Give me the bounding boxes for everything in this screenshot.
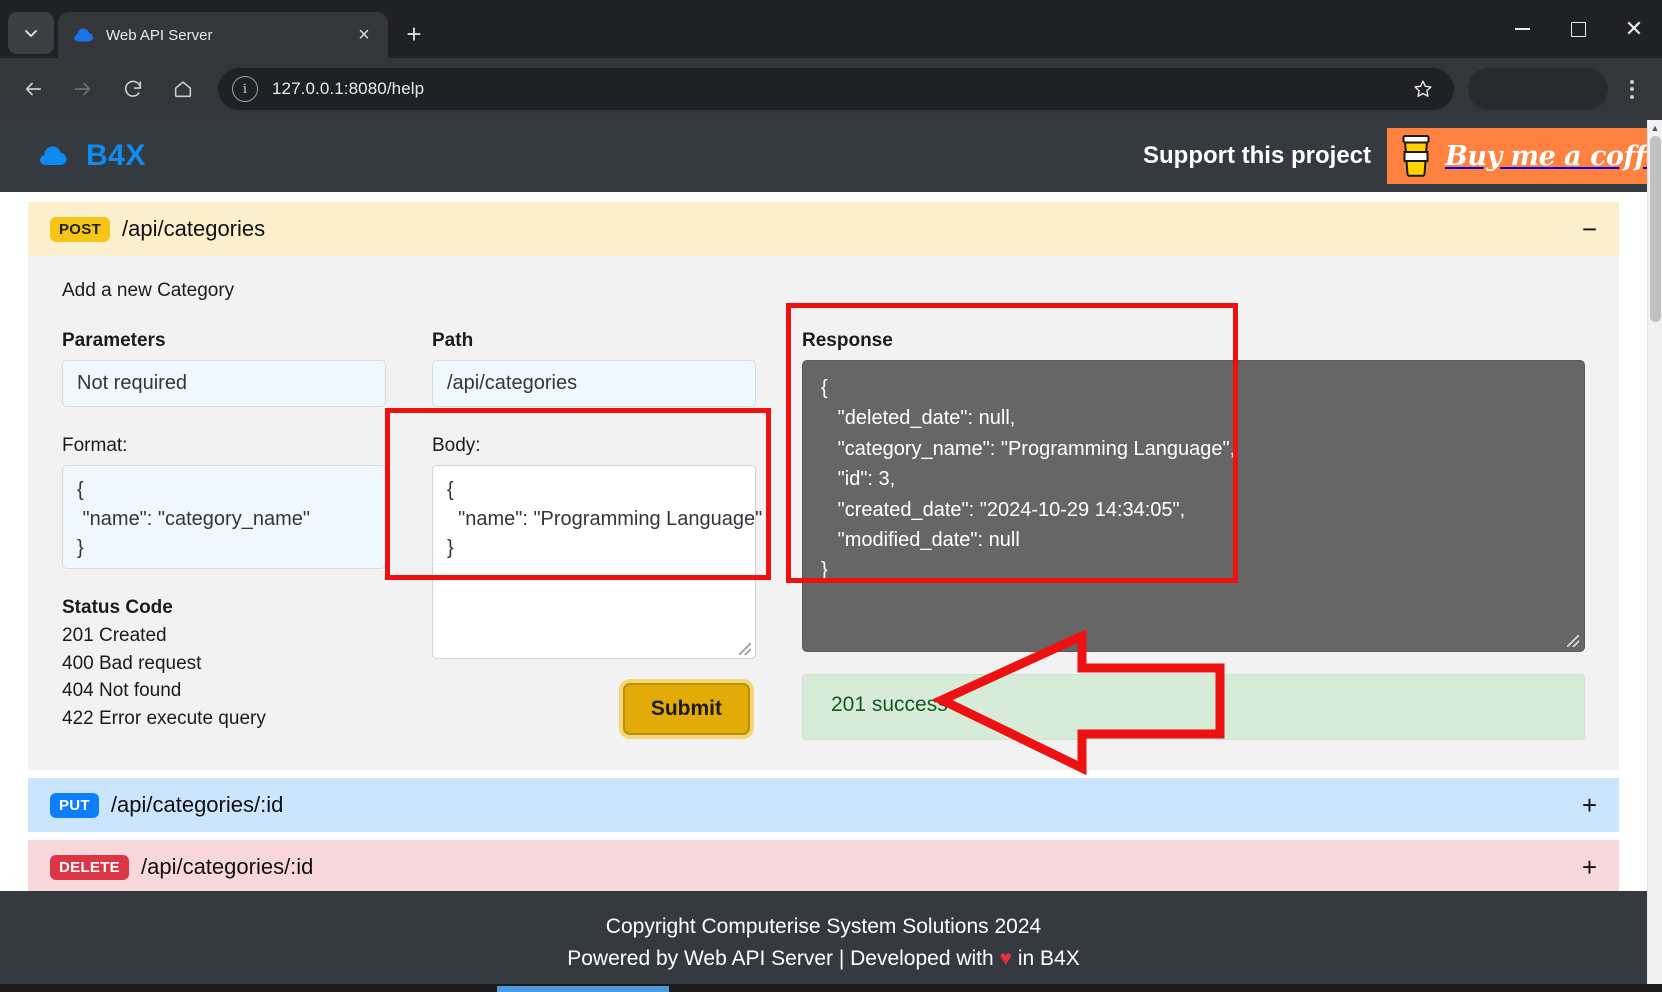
tab-title: Web API Server bbox=[106, 26, 213, 44]
footer-powered-by: Powered by Web API Server | Developed wi… bbox=[0, 943, 1647, 975]
url-text: 127.0.0.1:8080/help bbox=[272, 79, 425, 98]
forward-icon[interactable] bbox=[60, 66, 106, 112]
browser-tab[interactable]: Web API Server × bbox=[58, 12, 388, 58]
response-label: Response bbox=[802, 330, 893, 351]
profile-button[interactable] bbox=[1468, 68, 1608, 110]
endpoint-delete-categories-id: DELETE /api/categories/:id + bbox=[28, 840, 1619, 894]
kebab-menu-icon[interactable] bbox=[1612, 66, 1652, 112]
endpoint-header-delete[interactable]: DELETE /api/categories/:id + bbox=[28, 840, 1619, 894]
footer-powered-suffix: in B4X bbox=[1012, 946, 1080, 970]
buy-me-a-coffee-label: Buy me a coffee bbox=[1445, 140, 1662, 172]
browser-titlebar: Web API Server × + ✕ bbox=[0, 0, 1662, 58]
taskbar-active-window-indicator bbox=[497, 986, 669, 992]
cloud-icon bbox=[74, 25, 94, 45]
endpoint-path-delete: /api/categories/:id bbox=[140, 854, 314, 879]
format-label: Format: bbox=[62, 435, 128, 456]
endpoint-path-post: /api/categories bbox=[122, 216, 266, 241]
brand-name: B4X bbox=[86, 139, 146, 172]
endpoint-header-left: POST /api/categories bbox=[50, 216, 265, 242]
status-code-item: 422 Error execute query bbox=[62, 707, 266, 729]
buy-me-a-coffee-button[interactable]: Buy me a coffee bbox=[1387, 128, 1662, 184]
taskbar-sliver bbox=[0, 984, 1662, 992]
method-badge-post: POST bbox=[50, 216, 111, 242]
parameters-input[interactable]: Not required bbox=[62, 360, 386, 407]
path-label: Path bbox=[432, 330, 474, 351]
site-info-icon[interactable]: i bbox=[232, 76, 258, 102]
response-textarea[interactable]: { "deleted_date": null, "category_name":… bbox=[802, 360, 1585, 652]
body-textarea[interactable]: { "name": "Programming Language" } bbox=[432, 465, 762, 659]
window-controls: ✕ bbox=[1494, 0, 1662, 58]
bookmark-star-icon[interactable] bbox=[1406, 72, 1440, 106]
new-tab-button[interactable]: + bbox=[394, 14, 434, 54]
maximize-icon[interactable] bbox=[1550, 0, 1606, 58]
close-window-icon[interactable]: ✕ bbox=[1606, 0, 1662, 58]
site-header: B4X Support this project Buy me a coffee bbox=[0, 120, 1662, 192]
endpoint-body-post: Add a new Category Parameters Not requir… bbox=[28, 256, 1619, 770]
resize-grip-icon[interactable] bbox=[739, 643, 751, 655]
footer-copyright: Copyright Computerise System Solutions 2… bbox=[605, 915, 1042, 938]
heart-icon: ♥ bbox=[999, 946, 1013, 970]
support-label: Support this project bbox=[1143, 142, 1371, 169]
status-code-item: 404 Not found bbox=[62, 680, 182, 702]
method-badge-put: PUT bbox=[50, 792, 99, 818]
endpoint-header-put[interactable]: PUT /api/categories/:id + bbox=[28, 778, 1619, 832]
cloud-icon bbox=[38, 144, 68, 168]
format-box[interactable]: { "name": "category_name" } bbox=[62, 465, 386, 569]
parameters-column: Parameters Not required Format: { "name"… bbox=[62, 330, 386, 732]
response-column: Response { "deleted_date": null, "catego… bbox=[802, 330, 1585, 740]
body-label: Body: bbox=[432, 435, 481, 456]
status-code-item: 201 Created bbox=[62, 625, 167, 646]
endpoint-list: POST /api/categories − Add a new Categor… bbox=[0, 192, 1647, 894]
address-bar[interactable]: i 127.0.0.1:8080/help bbox=[218, 68, 1454, 110]
request-column: Path /api/categories Body: { "name": "Pr… bbox=[432, 330, 762, 735]
reload-icon[interactable] bbox=[110, 66, 156, 112]
endpoint-description: Add a new Category bbox=[62, 280, 235, 301]
endpoint-put-categories-id: PUT /api/categories/:id + bbox=[28, 778, 1619, 832]
web-page: B4X Support this project Buy me a coffee bbox=[0, 120, 1662, 992]
page-viewport: B4X Support this project Buy me a coffee bbox=[0, 120, 1662, 992]
expand-toggle-put[interactable]: + bbox=[1582, 792, 1597, 818]
status-code-item: 400 Bad request bbox=[62, 652, 202, 674]
support-section: Support this project Buy me a coffee bbox=[1143, 128, 1662, 184]
endpoint-post-categories: POST /api/categories − Add a new Categor… bbox=[28, 202, 1619, 770]
site-footer: Copyright Computerise System Solutions 2… bbox=[0, 891, 1647, 992]
tab-strip: Web API Server × + bbox=[0, 0, 434, 58]
status-badge: 201 success bbox=[802, 674, 1585, 740]
home-icon[interactable] bbox=[160, 66, 206, 112]
endpoint-path-put: /api/categories/:id bbox=[110, 792, 284, 817]
back-icon[interactable] bbox=[10, 66, 56, 112]
endpoint-columns: Parameters Not required Format: { "name"… bbox=[62, 330, 1585, 740]
minimize-icon[interactable] bbox=[1494, 0, 1550, 58]
expand-toggle-delete[interactable]: + bbox=[1582, 854, 1597, 880]
endpoint-header-left: PUT /api/categories/:id bbox=[50, 792, 283, 818]
footer-powered-prefix: Powered by Web API Server | Developed wi… bbox=[567, 946, 1000, 970]
collapse-toggle-post[interactable]: − bbox=[1582, 216, 1597, 242]
parameters-label: Parameters bbox=[62, 330, 166, 351]
browser-window: Web API Server × + ✕ i 127.0.0.1:8080/he… bbox=[0, 0, 1662, 992]
endpoint-header-post[interactable]: POST /api/categories − bbox=[28, 202, 1619, 256]
scroll-up-arrow-icon[interactable]: ▲ bbox=[1648, 120, 1662, 136]
method-badge-delete: DELETE bbox=[50, 854, 129, 880]
tab-search-chevron-down-icon[interactable] bbox=[8, 12, 54, 54]
page-scrollbar[interactable]: ▲ bbox=[1647, 120, 1662, 992]
endpoint-header-left: DELETE /api/categories/:id bbox=[50, 854, 313, 880]
brand: B4X bbox=[38, 139, 146, 173]
browser-toolbar: i 127.0.0.1:8080/help bbox=[0, 58, 1662, 120]
submit-button[interactable]: Submit bbox=[622, 683, 750, 735]
close-icon[interactable]: × bbox=[352, 23, 376, 47]
path-input[interactable]: /api/categories bbox=[432, 360, 756, 407]
submit-row: Submit bbox=[432, 683, 756, 735]
coffee-cup-icon bbox=[1399, 134, 1433, 178]
scrollbar-thumb[interactable] bbox=[1650, 136, 1661, 322]
resize-grip-icon[interactable] bbox=[1567, 635, 1579, 647]
status-code-title: Status Code bbox=[62, 597, 173, 618]
